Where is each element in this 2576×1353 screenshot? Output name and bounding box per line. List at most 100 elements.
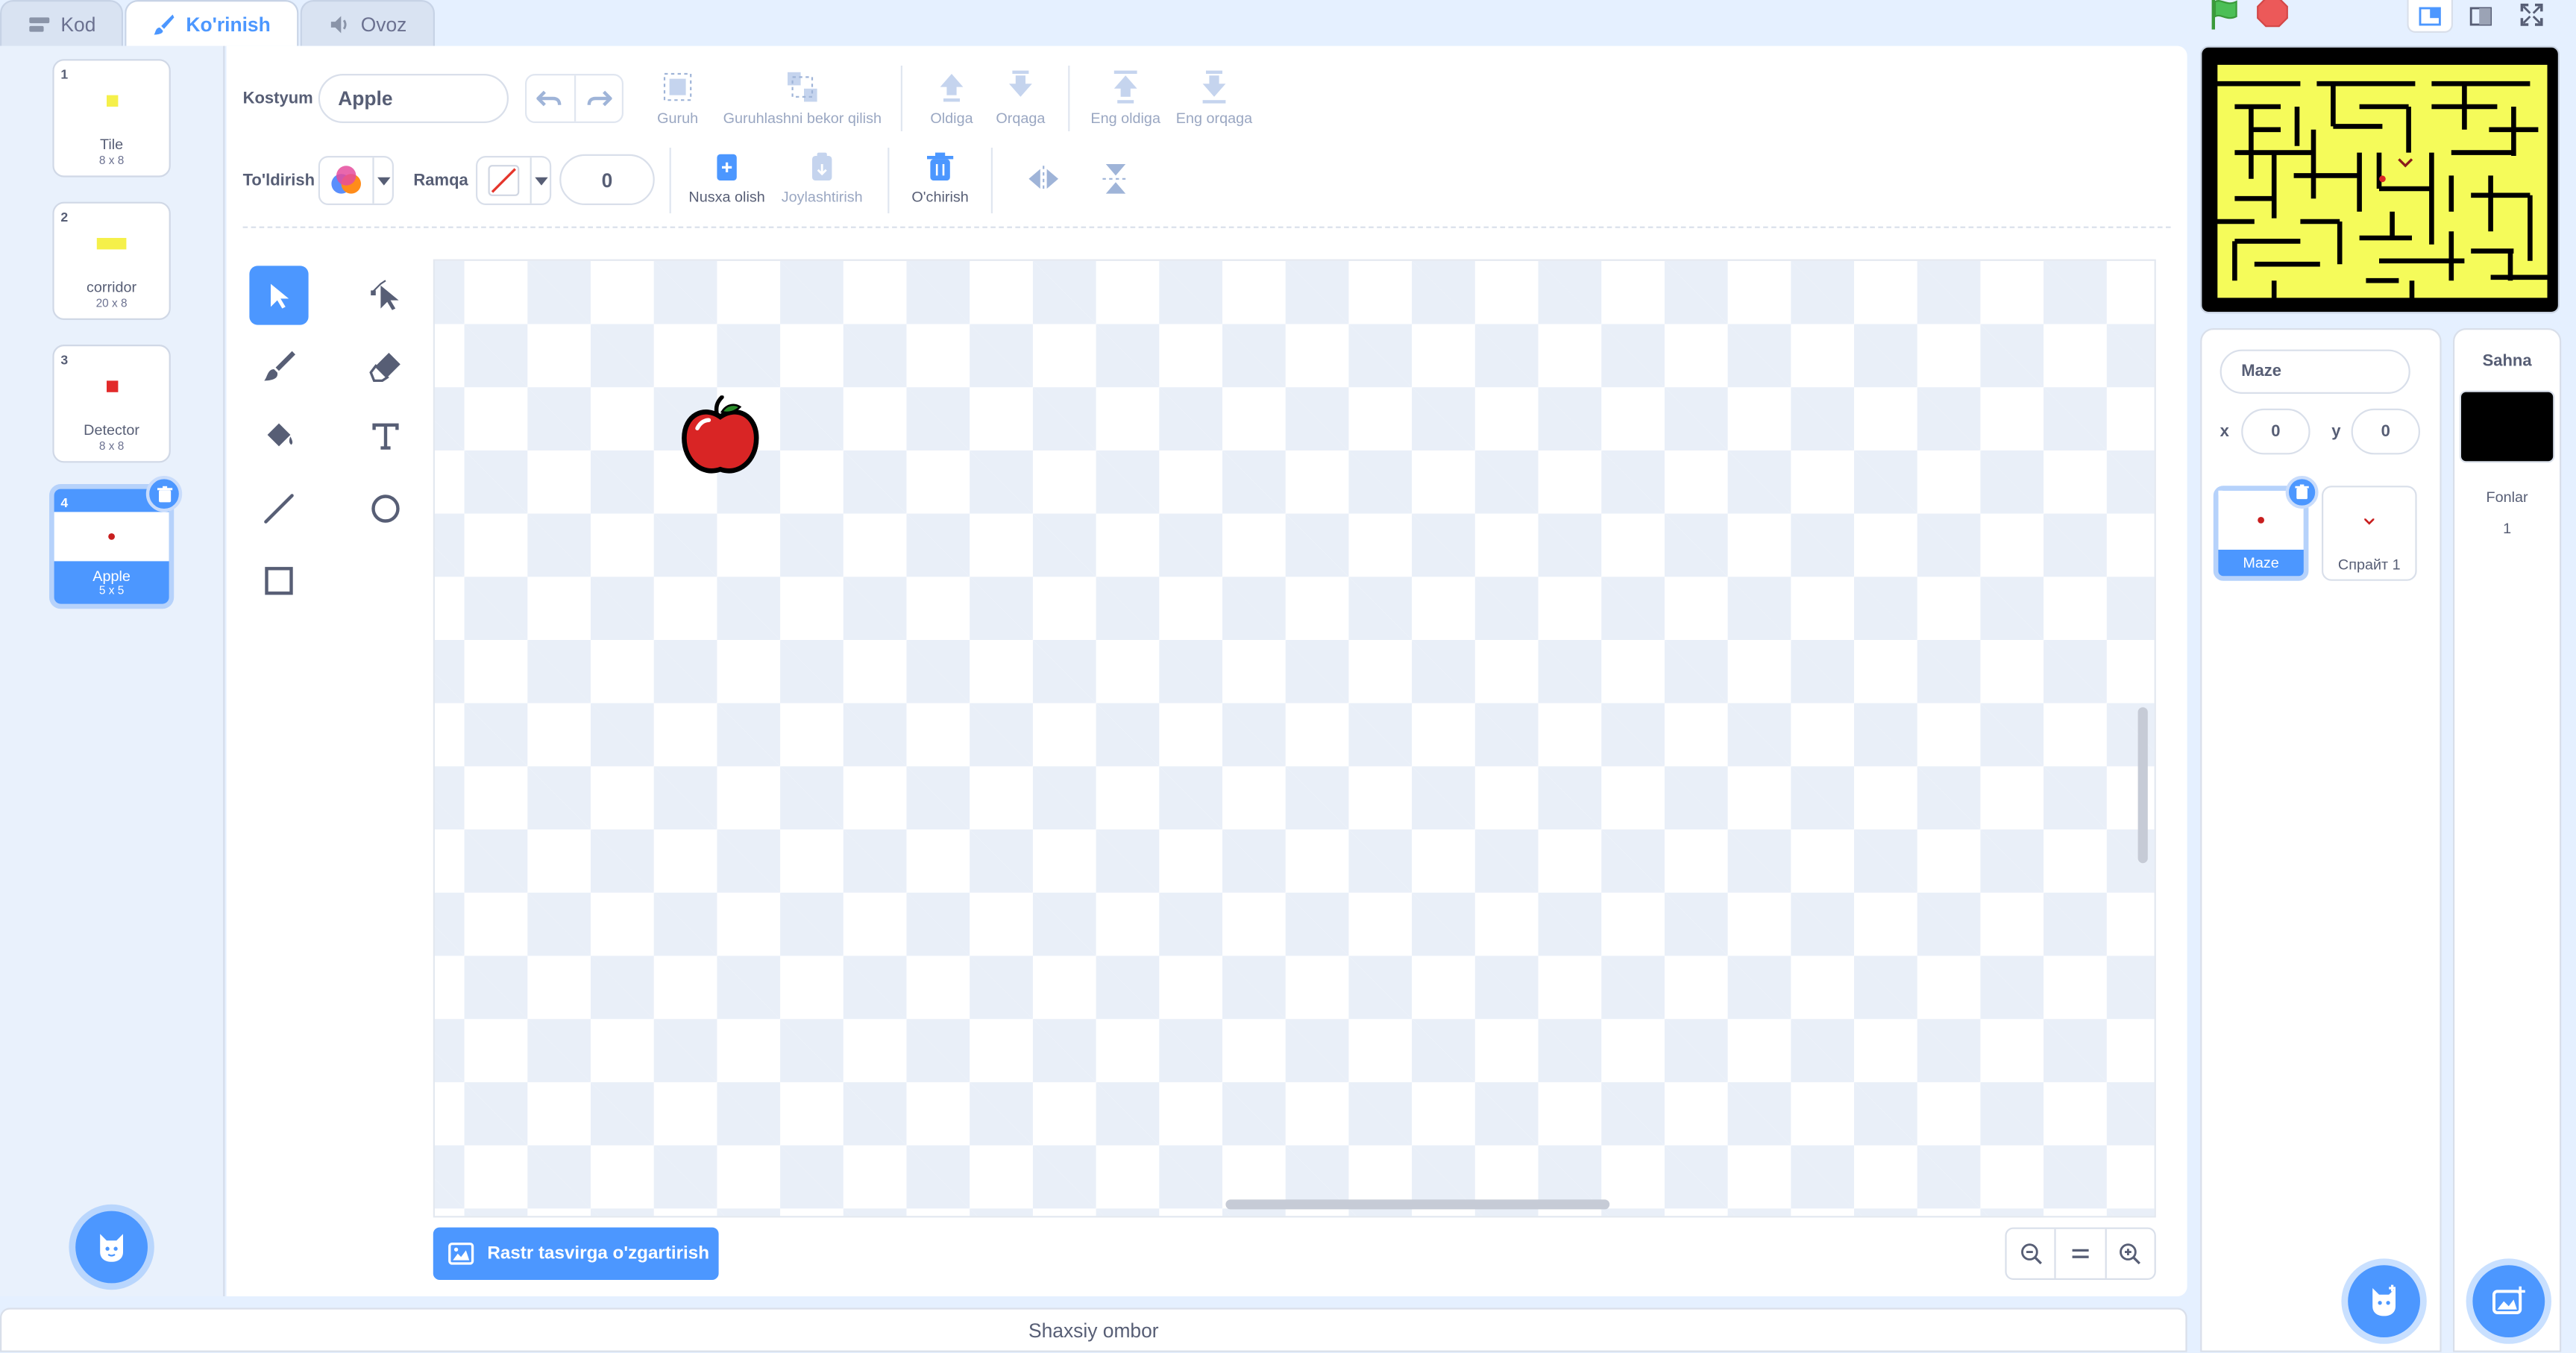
delete-costume-button[interactable] (145, 476, 183, 512)
tab-code[interactable]: Kod (0, 0, 124, 46)
redo-icon (587, 90, 612, 107)
zoom-in-button[interactable] (2104, 1228, 2155, 1278)
front-button[interactable]: Eng oldiga (1086, 69, 1165, 126)
stage-pane: Sahna Fonlar 1 (2453, 328, 2562, 1352)
cat-icon (100, 1234, 123, 1262)
fill-color-picker[interactable] (318, 156, 394, 205)
costume-thumbnail (54, 360, 169, 412)
stage-thumbnail[interactable] (2459, 390, 2555, 463)
fill-tool[interactable] (249, 407, 308, 466)
fullscreen-button[interactable] (2519, 1, 2545, 36)
costume-name: Apple (92, 568, 131, 585)
convert-to-bitmap-button[interactable]: Rastr tasvirga o'zgartirish (433, 1227, 719, 1280)
text-tool[interactable] (356, 407, 415, 466)
paint-canvas[interactable] (433, 259, 2156, 1218)
large-stage-button[interactable] (2458, 0, 2504, 33)
brush-tool[interactable] (249, 336, 308, 395)
rectangle-tool[interactable] (249, 551, 308, 610)
costume-item-apple[interactable]: 4 Apple 5 x 5 (49, 476, 183, 609)
green-flag-button[interactable] (2208, 0, 2241, 38)
line-tool[interactable] (249, 479, 308, 538)
costume-item-tile[interactable]: 1 Tile 8 x 8 (52, 59, 171, 178)
eraser-icon (369, 353, 400, 383)
chevron-down-icon (534, 176, 547, 185)
choose-backdrop-button[interactable] (2472, 1265, 2545, 1337)
y-label: y (2331, 423, 2341, 442)
apple-icon (682, 395, 759, 474)
back-button[interactable]: Eng orqaga (1172, 69, 1257, 126)
no-outline-icon (488, 165, 520, 196)
tab-costumes[interactable]: Ko'rinish (125, 0, 299, 46)
front-label: Eng oldiga (1090, 110, 1160, 127)
copy-button[interactable]: Nusxa olish (679, 151, 775, 205)
flip-vertical-button[interactable] (1093, 161, 1139, 202)
paintbrush-icon (154, 13, 175, 34)
trash-icon (2295, 484, 2309, 500)
horizontal-scrollbar[interactable] (1225, 1199, 1610, 1210)
stop-button[interactable] (2256, 0, 2289, 36)
image-icon (448, 1242, 474, 1265)
tab-sounds[interactable]: Ovoz (300, 0, 435, 46)
sprite-name-input[interactable]: Maze (2220, 349, 2410, 394)
sprite-tile-sprite1[interactable]: Спрайт 1 (2322, 486, 2417, 581)
maze-graphic (2212, 60, 2553, 303)
circle-tool[interactable] (356, 479, 415, 538)
text-t-icon (372, 423, 399, 450)
convert-to-bitmap-label: Rastr tasvirga o'zgartirish (487, 1243, 710, 1263)
costume-item-detector[interactable]: 3 Detector 8 x 8 (52, 345, 171, 463)
fill-label: To'ldirish (242, 172, 315, 191)
outline-width-input[interactable]: 0 (559, 154, 655, 205)
forward-label: Oldiga (930, 110, 973, 127)
eraser-tool[interactable] (356, 336, 415, 395)
select-tool[interactable] (249, 266, 309, 325)
costume-name-input[interactable]: Apple (318, 74, 509, 123)
y-position-input[interactable]: 0 (2351, 408, 2420, 455)
large-stage-icon (2469, 7, 2492, 26)
toolbar-divider (669, 148, 671, 213)
backward-button[interactable]: Orqaga (987, 69, 1053, 126)
stage-canvas[interactable] (2200, 45, 2560, 314)
backward-label: Orqaga (996, 110, 1046, 127)
arrow-pointer-icon (271, 283, 289, 309)
choose-sprite-button[interactable] (2348, 1265, 2420, 1337)
ungroup-icon (788, 72, 817, 102)
sprite-tile-maze[interactable]: Maze (2213, 476, 2319, 581)
ungroup-button[interactable]: Guruhlashni bekor qilish (715, 69, 889, 126)
arrow-top-icon (1113, 70, 1137, 104)
costume-number: 4 (60, 495, 69, 511)
outline-color-picker[interactable] (476, 156, 552, 205)
image-plus-icon (2492, 1286, 2525, 1314)
undo-icon (536, 90, 562, 107)
choose-costume-button[interactable] (75, 1211, 148, 1284)
vertical-scrollbar[interactable] (2137, 707, 2148, 864)
group-icon (663, 72, 692, 101)
group-button[interactable]: Guruh (647, 69, 709, 126)
zoom-out-button[interactable] (2007, 1229, 2055, 1278)
x-label: x (2220, 423, 2229, 442)
x-position-input[interactable]: 0 (2241, 408, 2310, 455)
undo-button[interactable] (527, 75, 574, 122)
group-label: Guruh (657, 110, 699, 127)
sprite-pane: Maze x 0 y 0 Maze Спрайт 1 (2200, 328, 2442, 1352)
chevron-down-icon (376, 176, 390, 185)
reshape-tool[interactable] (356, 266, 415, 324)
delete-button[interactable]: O'chirish (899, 151, 981, 205)
zoom-reset-button[interactable] (2055, 1228, 2105, 1278)
flip-horizontal-button[interactable] (1020, 163, 1066, 201)
paste-button[interactable]: Joylashtirish (774, 151, 870, 205)
costume-size: 8 x 8 (98, 441, 125, 453)
sprite-thumbnail (2323, 492, 2415, 551)
undo-redo-group (525, 74, 623, 123)
copy-label: Nusxa olish (688, 189, 765, 205)
forward-button[interactable]: Oldiga (919, 69, 984, 126)
green-flag-icon (2211, 0, 2237, 30)
small-stage-button[interactable] (2407, 0, 2453, 33)
delete-sprite-button[interactable] (2285, 476, 2319, 509)
costume-item-corridor[interactable]: 2 corridor 20 x 8 (52, 201, 171, 320)
costume-name: corridor (87, 279, 137, 295)
ungroup-label: Guruhlashni bekor qilish (723, 110, 882, 127)
redo-button[interactable] (573, 75, 622, 122)
toolbar-divider (990, 148, 993, 213)
backpack-bar[interactable]: Shaxsiy ombor (0, 1308, 2187, 1352)
small-chevron-icon (2364, 518, 2375, 525)
